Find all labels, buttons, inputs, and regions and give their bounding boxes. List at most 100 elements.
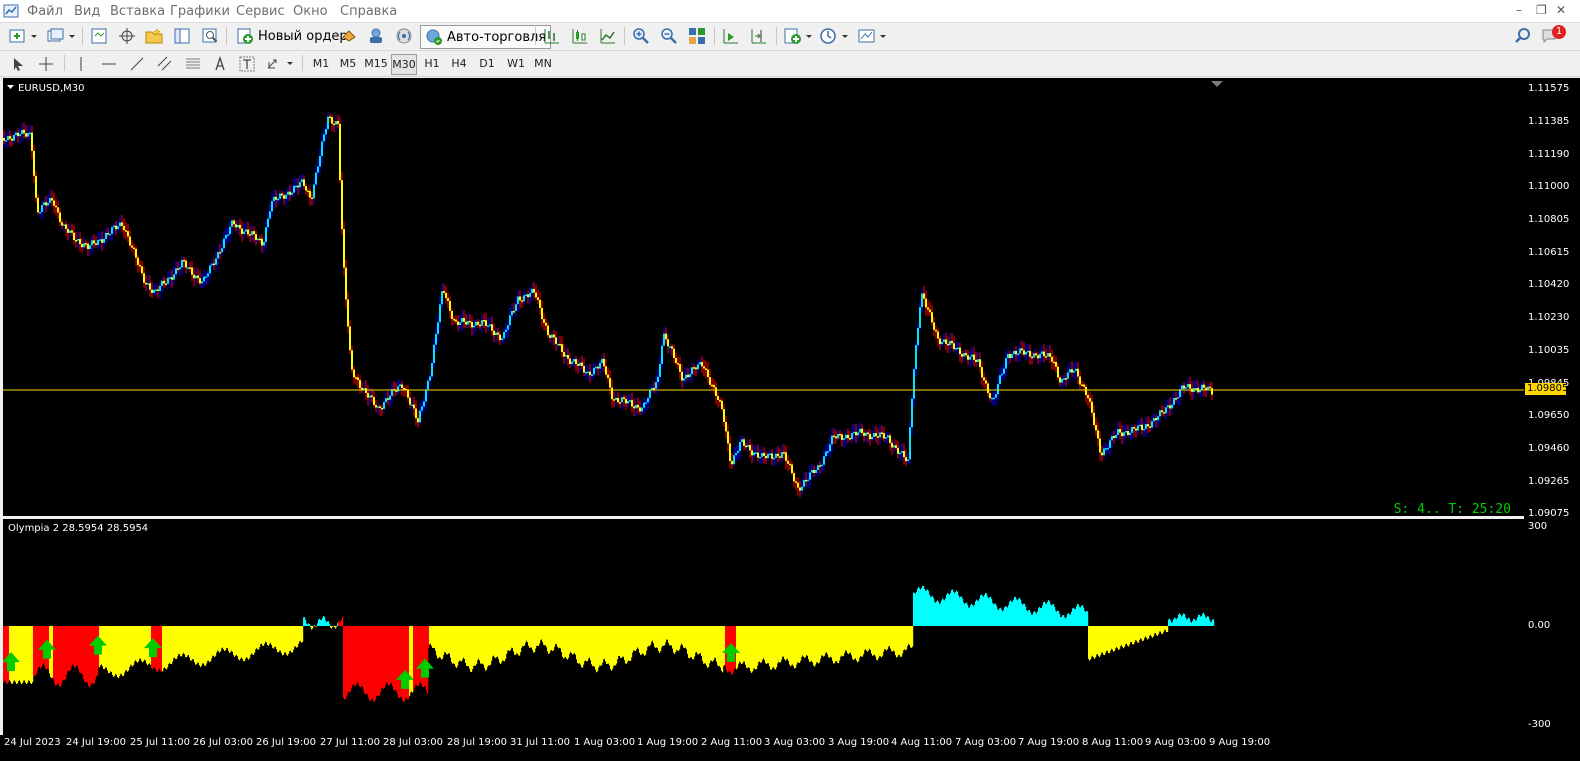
price-tick: 1.09460	[1528, 443, 1570, 454]
candle-body	[1063, 378, 1065, 380]
candle-body	[759, 456, 761, 459]
menu-file[interactable]: Файл	[27, 4, 63, 19]
fibonacci-button[interactable]	[182, 53, 204, 75]
cursor-button[interactable]	[7, 53, 29, 75]
candle-body	[933, 322, 935, 330]
crosshair-tool-button[interactable]	[35, 53, 57, 75]
new-order-button[interactable]: Новый ордер	[232, 25, 352, 47]
horizontal-line-button[interactable]	[98, 53, 120, 75]
profiles-button[interactable]	[44, 25, 78, 47]
timeframe-m5[interactable]: M5	[336, 54, 360, 73]
candle-body	[315, 172, 317, 185]
candle-body	[129, 236, 131, 246]
menu-charts[interactable]: Графики	[170, 4, 230, 19]
chart-canvas[interactable]: EURUSD,M30 Olympia 2 28.5954 28.5954 S: …	[2, 78, 1524, 735]
candle-body	[901, 451, 903, 453]
candle-body	[137, 257, 139, 265]
search-button[interactable]	[1512, 25, 1534, 47]
menu-window[interactable]: Окно	[293, 4, 328, 19]
candle-body	[223, 238, 225, 249]
candle-body	[185, 260, 187, 268]
candle-body	[713, 384, 715, 388]
candle-body	[209, 265, 211, 274]
candle-body	[3, 138, 5, 141]
candle-body	[1023, 350, 1025, 355]
candle-body	[1057, 366, 1059, 378]
timeframe-m1[interactable]: M1	[309, 54, 333, 73]
timeframe-h4[interactable]: H4	[447, 54, 471, 73]
candle-body	[675, 357, 677, 364]
candle-body	[359, 380, 361, 389]
candle-body	[1059, 377, 1061, 383]
timeframe-m15[interactable]: M15	[363, 54, 389, 73]
menu-view[interactable]: Вид	[74, 4, 100, 19]
vertical-line-button[interactable]	[70, 53, 92, 75]
candle-body	[567, 355, 569, 359]
equidistant-channel-button[interactable]	[154, 53, 176, 75]
new-chart-button[interactable]	[6, 25, 40, 47]
bar-chart-button[interactable]	[541, 25, 563, 47]
timeframe-mn[interactable]: MN	[530, 54, 556, 73]
indicators-button[interactable]	[782, 25, 814, 47]
menu-tools[interactable]: Сервис	[236, 4, 285, 19]
candlestick-button[interactable]	[569, 25, 591, 47]
text-button[interactable]	[209, 53, 231, 75]
line-chart-button[interactable]	[597, 25, 619, 47]
candle-body	[959, 347, 961, 355]
candle-body	[653, 388, 655, 390]
timeframe-d1[interactable]: D1	[475, 54, 499, 73]
metaeditor-button[interactable]	[338, 25, 360, 47]
chart-shift-marker[interactable]	[1211, 81, 1223, 87]
trendline-button[interactable]	[126, 53, 148, 75]
navigator-button[interactable]	[143, 25, 165, 47]
templates-button[interactable]	[856, 25, 888, 47]
autoscroll-button[interactable]	[720, 25, 742, 47]
signals-button[interactable]	[365, 25, 387, 47]
candle-body	[341, 180, 343, 230]
tile-windows-button[interactable]	[686, 25, 708, 47]
minimize-icon[interactable]: –	[1516, 3, 1522, 17]
periods-button[interactable]	[818, 25, 850, 47]
chart-window[interactable]: EURUSD,M30 Olympia 2 28.5954 28.5954 S: …	[2, 78, 1524, 735]
price-axis[interactable]: 1.11575 1.11385 1.11190 1.11000 1.10805 …	[1524, 78, 1580, 735]
market-watch-button[interactable]	[88, 25, 110, 47]
close-icon[interactable]: ✕	[1556, 3, 1566, 17]
chart-menu-icon[interactable]	[7, 85, 14, 89]
candle-body	[181, 259, 183, 268]
candle-body	[545, 322, 547, 326]
candle-body	[723, 409, 725, 422]
candle-body	[323, 134, 325, 142]
vps-button[interactable]	[393, 25, 415, 47]
timeframe-m30[interactable]: M30	[391, 54, 417, 75]
candle-body	[45, 202, 47, 206]
menu-insert[interactable]: Вставка	[110, 4, 165, 19]
pane-separator[interactable]	[3, 516, 1580, 519]
candle-body	[1009, 354, 1011, 358]
candle-body	[1175, 398, 1177, 400]
candle-body	[65, 224, 67, 229]
candle-body	[199, 278, 201, 284]
candle-body	[257, 238, 259, 241]
chart-shift-button[interactable]	[748, 25, 770, 47]
market-watch-icon	[91, 28, 107, 44]
timeframe-h1[interactable]: H1	[420, 54, 444, 73]
zoom-in-button[interactable]	[630, 25, 652, 47]
notifications-button[interactable]: 1	[1540, 25, 1566, 47]
zoom-out-button[interactable]	[658, 25, 680, 47]
arrows-button[interactable]	[264, 53, 296, 75]
autotrading-button[interactable]: Авто-торговля	[420, 25, 552, 49]
candle-body	[867, 432, 869, 435]
data-window-button[interactable]	[116, 25, 138, 47]
candle-body	[613, 399, 615, 401]
terminal-button[interactable]	[171, 25, 193, 47]
candle-body	[93, 240, 95, 244]
timeframe-w1[interactable]: W1	[503, 54, 529, 73]
candle-body	[975, 359, 977, 362]
restore-icon[interactable]: ❐	[1536, 3, 1547, 17]
candle-body	[977, 359, 979, 362]
text-label-button[interactable]	[236, 53, 258, 75]
menu-help[interactable]: Справка	[340, 4, 397, 19]
candle-body	[1105, 448, 1107, 450]
strategy-tester-button[interactable]	[199, 25, 221, 47]
time-axis[interactable]: 24 Jul 2023 24 Jul 19:00 25 Jul 11:00 26…	[0, 735, 1580, 761]
